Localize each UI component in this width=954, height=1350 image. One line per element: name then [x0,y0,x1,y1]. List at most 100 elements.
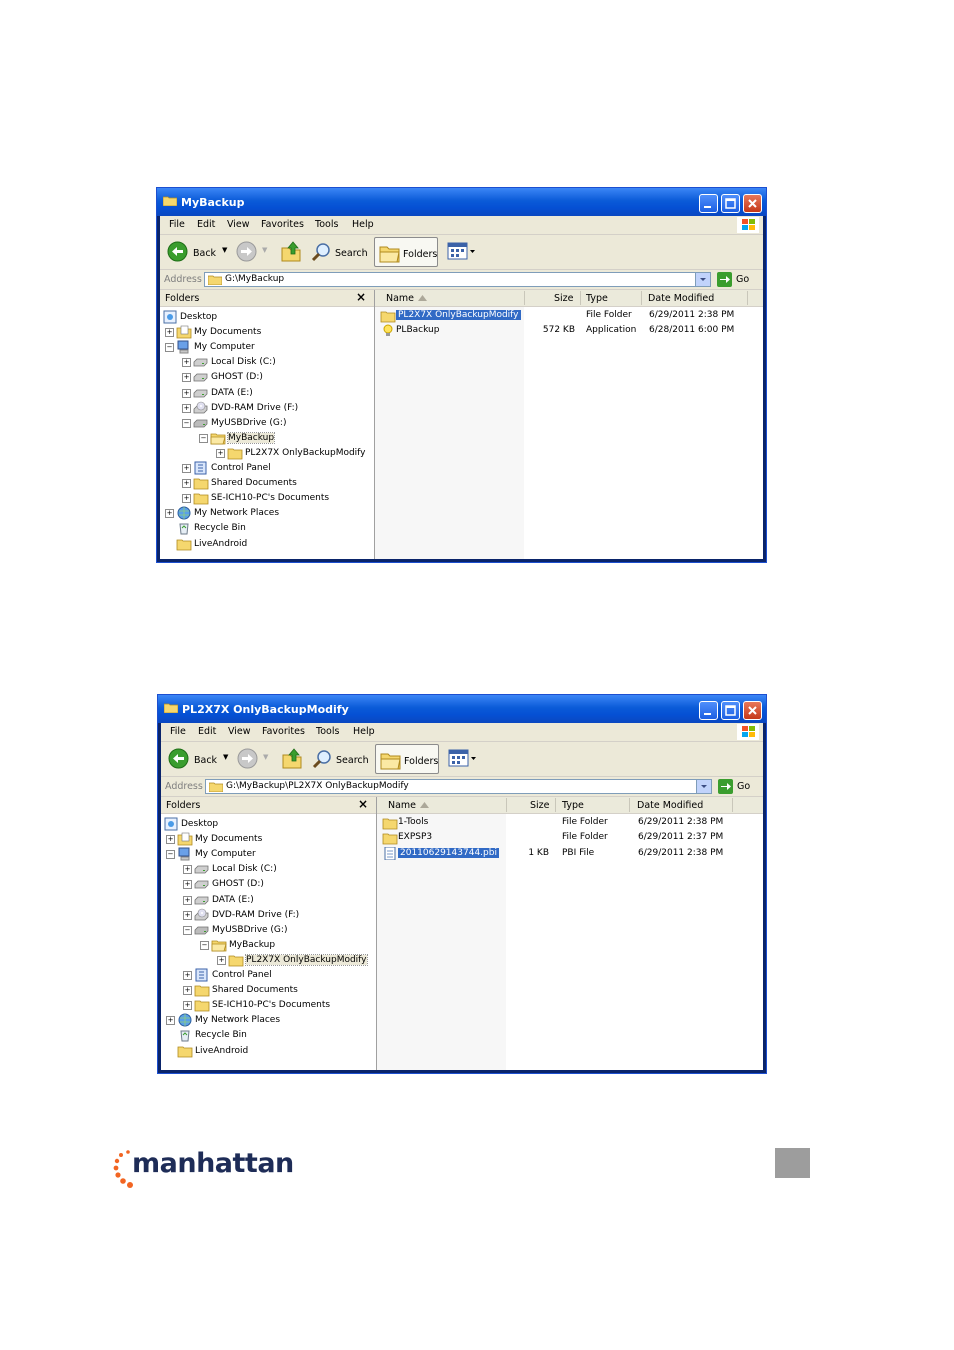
tree-item-desktop[interactable]: Desktop [161,817,371,831]
column-name[interactable]: Name [386,293,414,304]
tree-item-mybackup[interactable]: − MyBackup [161,938,371,952]
tree-item-se-ich10-pc-s-documents[interactable]: + SE-ICH10-PC's Documents [160,491,370,505]
up-folder-button[interactable] [281,746,303,772]
tree-item-shared-documents[interactable]: + Shared Documents [160,476,370,490]
views-button[interactable] [447,239,477,265]
expand-icon[interactable]: + [183,880,192,890]
collapse-icon[interactable]: − [200,940,209,950]
menu-view[interactable]: View [227,219,250,230]
tree-item-liveandroid[interactable]: LiveAndroid [161,1044,371,1058]
menu-tools[interactable]: Tools [315,219,338,230]
expand-icon[interactable]: + [183,986,192,996]
title-bar[interactable]: PL2X7X OnlyBackupModify [158,695,766,723]
tree-item-dvd-ram-drive-f[interactable]: + DVD-RAM Drive (F:) [161,908,371,922]
close-pane-icon[interactable]: × [358,797,368,811]
menu-favorites[interactable]: Favorites [262,726,305,737]
title-bar[interactable]: MyBackup [157,188,766,216]
back-dropdown-icon[interactable]: ▼ [223,753,228,761]
file-row[interactable]: 1-Tools File Folder 6/29/2011 2:38 PM [377,815,763,830]
collapse-icon[interactable]: − [183,925,192,935]
close-button[interactable] [743,194,762,213]
forward-button[interactable]: ▼ [236,239,270,265]
file-row[interactable]: 20110629143744.pbi 1 KB PBI File 6/29/2011 … [377,846,763,861]
expand-icon[interactable]: + [182,494,191,504]
tree-item-data-e[interactable]: + DATA (E:) [160,386,370,400]
expand-icon[interactable]: + [182,403,191,413]
tree-item-pl2x7x-onlybackupmodify[interactable]: + PL2X7X OnlyBackupModify [161,953,371,967]
column-size[interactable]: Size [554,293,574,304]
file-row[interactable]: PL2X7X OnlyBackupModify File Folder 6/29/2… [375,308,763,323]
address-input[interactable]: G:\MyBackup\PL2X7X OnlyBackupModify [205,779,712,794]
menu-help[interactable]: Help [353,726,375,737]
expand-icon[interactable]: + [216,448,225,458]
maximize-button[interactable] [721,194,740,213]
expand-icon[interactable]: + [165,509,174,519]
up-folder-button[interactable] [280,239,302,265]
tree-item-control-panel[interactable]: + Control Panel [160,461,370,475]
tree-item-ghost-d[interactable]: + GHOST (D:) [161,877,371,891]
tree-item-my-computer[interactable]: − My Computer [161,847,371,861]
expand-icon[interactable]: + [166,835,175,845]
tree-item-local-disk-c[interactable]: + Local Disk (C:) [161,862,371,876]
tree-item-my-network-places[interactable]: + My Network Places [160,506,370,520]
tree-item-shared-documents[interactable]: + Shared Documents [161,983,371,997]
tree-item-pl2x7x-onlybackupmodify[interactable]: + PL2X7X OnlyBackupModify [160,446,370,460]
tree-item-my-computer[interactable]: − My Computer [160,340,370,354]
tree-item-local-disk-c[interactable]: + Local Disk (C:) [160,355,370,369]
forward-button[interactable]: ▼ [237,746,271,772]
expand-icon[interactable]: + [166,1016,175,1026]
search-button[interactable]: Search [310,239,370,265]
tree-item-dvd-ram-drive-f[interactable]: + DVD-RAM Drive (F:) [160,401,370,415]
menu-help[interactable]: Help [352,219,374,230]
menu-edit[interactable]: Edit [198,726,216,737]
back-button[interactable]: Back ▼ [168,746,230,772]
expand-icon[interactable]: + [165,328,174,338]
views-button[interactable] [448,746,478,772]
go-button[interactable]: Go [717,272,757,287]
search-button[interactable]: Search [311,746,371,772]
tree-item-my-documents[interactable]: + My Documents [160,325,370,339]
expand-icon[interactable]: + [183,865,192,875]
address-dropdown-button[interactable] [695,273,710,286]
go-button[interactable]: Go [718,779,758,794]
minimize-button[interactable] [699,701,718,720]
expand-icon[interactable]: + [183,1001,192,1011]
expand-icon[interactable]: + [217,955,226,965]
column-date-modified[interactable]: Date Modified [637,800,703,811]
collapse-icon[interactable]: − [165,343,174,353]
collapse-icon[interactable]: − [199,433,208,443]
folders-button[interactable]: Folders [375,744,439,774]
tree-item-recycle-bin[interactable]: Recycle Bin [160,521,370,535]
column-name[interactable]: Name [388,800,416,811]
close-button[interactable] [743,701,762,720]
column-date-modified[interactable]: Date Modified [648,293,714,304]
minimize-button[interactable] [699,194,718,213]
tree-item-mybackup[interactable]: − MyBackup [160,431,370,445]
menu-view[interactable]: View [228,726,251,737]
tree-item-myusbdrive-g[interactable]: − MyUSBDrive (G:) [160,416,370,430]
tree-item-myusbdrive-g[interactable]: − MyUSBDrive (G:) [161,923,371,937]
explorer-window-pl2x7x[interactable]: PL2X7X OnlyBackupModify File Edit View F… [157,694,767,1074]
menu-tools[interactable]: Tools [316,726,339,737]
collapse-icon[interactable]: − [166,850,175,860]
file-row[interactable]: EXPSP3 File Folder 6/29/2011 2:37 PM [377,830,763,845]
expand-icon[interactable]: + [183,971,192,980]
menu-favorites[interactable]: Favorites [261,219,304,230]
menu-edit[interactable]: Edit [197,219,215,230]
tree-item-my-documents[interactable]: + My Documents [161,832,371,846]
tree-item-my-network-places[interactable]: + My Network Places [161,1013,371,1027]
tree-item-control-panel[interactable]: + Control Panel [161,968,371,982]
menu-file[interactable]: File [170,726,186,737]
column-type[interactable]: Type [562,800,584,811]
address-dropdown-button[interactable] [696,780,711,793]
tree-item-data-e[interactable]: + DATA (E:) [161,893,371,907]
tree-item-se-ich10-pc-s-documents[interactable]: + SE-ICH10-PC's Documents [161,998,371,1012]
back-button[interactable]: Back ▼ [167,239,229,265]
tree-item-recycle-bin[interactable]: Recycle Bin [161,1028,371,1042]
collapse-icon[interactable]: − [182,418,191,428]
expand-icon[interactable]: + [182,464,191,473]
expand-icon[interactable]: + [182,373,191,383]
folders-button[interactable]: Folders [374,237,438,267]
column-size[interactable]: Size [530,800,550,811]
tree-item-ghost-d[interactable]: + GHOST (D:) [160,370,370,384]
